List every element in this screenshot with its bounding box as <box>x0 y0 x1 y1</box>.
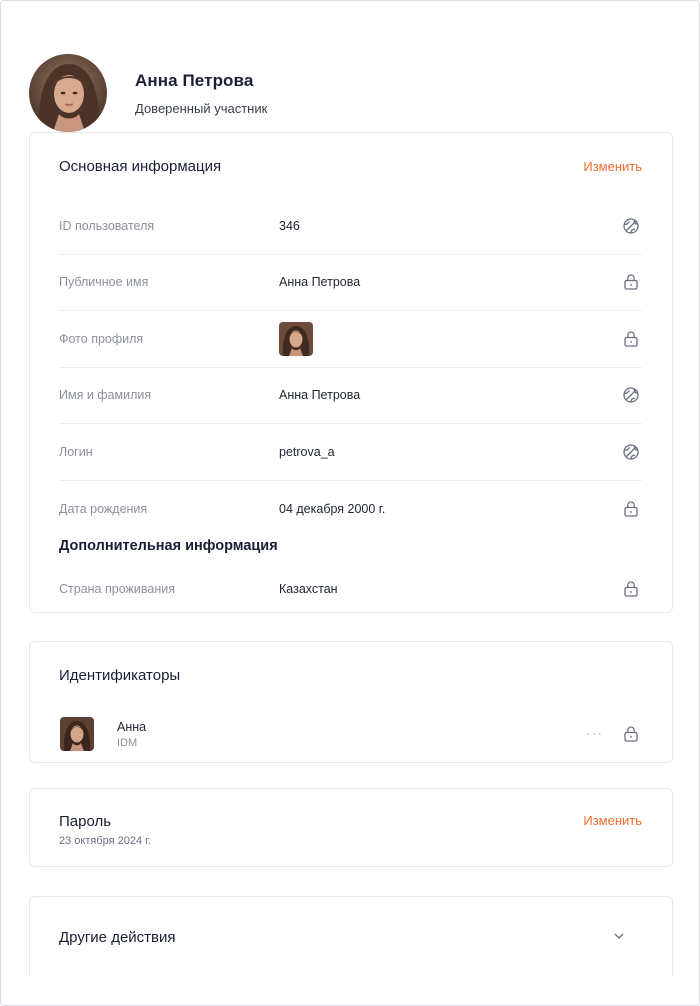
page-frame: Анна Петрова Доверенный участник Основна… <box>0 0 700 1006</box>
row-value: Анна Петрова <box>279 275 361 290</box>
profile-photo-value <box>279 321 313 356</box>
row-public-name: Публичное имя Анна Петрова <box>59 255 642 311</box>
globe-off-icon[interactable] <box>621 385 641 405</box>
other-actions-card[interactable]: Другие действия <box>29 896 673 976</box>
profile-photo-thumbnail[interactable] <box>279 321 313 356</box>
avatar <box>29 54 107 132</box>
lock-icon[interactable] <box>621 499 641 519</box>
edit-password-link[interactable]: Изменить <box>583 813 642 828</box>
row-value: petrova_a <box>279 444 335 459</box>
user-role: Доверенный участник <box>135 100 268 116</box>
basic-info-title: Основная информация <box>59 158 222 175</box>
lock-icon[interactable] <box>621 579 641 599</box>
row-value: Казахстан <box>279 582 338 596</box>
identifiers-title: Идентификаторы <box>59 667 181 684</box>
edit-basic-info-link[interactable]: Изменить <box>583 159 642 174</box>
password-date: 23 октября 2024 г. <box>59 835 151 847</box>
profile-header: Анна Петрова Доверенный участник <box>29 53 267 133</box>
row-country: Страна проживания Казахстан <box>59 561 642 617</box>
row-label: Дата рождения <box>59 501 148 516</box>
password-card: Пароль 23 октября 2024 г. Изменить <box>29 788 673 867</box>
row-profile-photo: Фото профиля <box>59 311 642 368</box>
globe-off-icon[interactable] <box>621 442 641 462</box>
row-label: Имя и фамилия <box>59 388 152 403</box>
row-value: 04 декабря 2000 г. <box>279 501 386 516</box>
row-full-name: Имя и фамилия Анна Петрова <box>59 368 642 424</box>
row-label: Публичное имя <box>59 275 149 290</box>
identifier-name: Анна <box>117 720 147 734</box>
identifier-type: IDM <box>117 737 138 749</box>
basic-info-rows: ID пользователя 346 Публичное имя Анна П… <box>59 198 642 537</box>
more-options-icon[interactable]: ··· <box>586 725 603 741</box>
row-birth-date: Дата рождения 04 декабря 2000 г. <box>59 481 642 538</box>
row-label: Логин <box>59 444 93 459</box>
row-label: Страна проживания <box>59 582 175 596</box>
row-label: Фото профиля <box>59 331 144 346</box>
basic-info-card: Основная информация Изменить ID пользова… <box>29 132 673 613</box>
row-value: 346 <box>279 218 300 233</box>
lock-icon[interactable] <box>621 724 641 744</box>
extra-info-title: Дополнительная информация <box>59 538 278 554</box>
identifier-avatar <box>60 717 94 751</box>
row-value: Анна Петрова <box>279 388 361 403</box>
lock-icon[interactable] <box>621 272 641 292</box>
user-name: Анна Петрова <box>135 70 254 90</box>
identifier-item: Анна IDM ··· <box>59 716 642 752</box>
row-user-id: ID пользователя 346 <box>59 198 642 255</box>
other-actions-title: Другие действия <box>59 929 176 946</box>
lock-icon[interactable] <box>621 329 641 349</box>
chevron-down-icon[interactable] <box>611 928 627 944</box>
globe-off-icon[interactable] <box>621 216 641 236</box>
row-login: Логин petrova_a <box>59 424 642 481</box>
identifiers-card: Идентификаторы Анна IDM ··· <box>29 641 673 763</box>
password-title: Пароль <box>59 813 112 830</box>
row-label: ID пользователя <box>59 218 155 233</box>
